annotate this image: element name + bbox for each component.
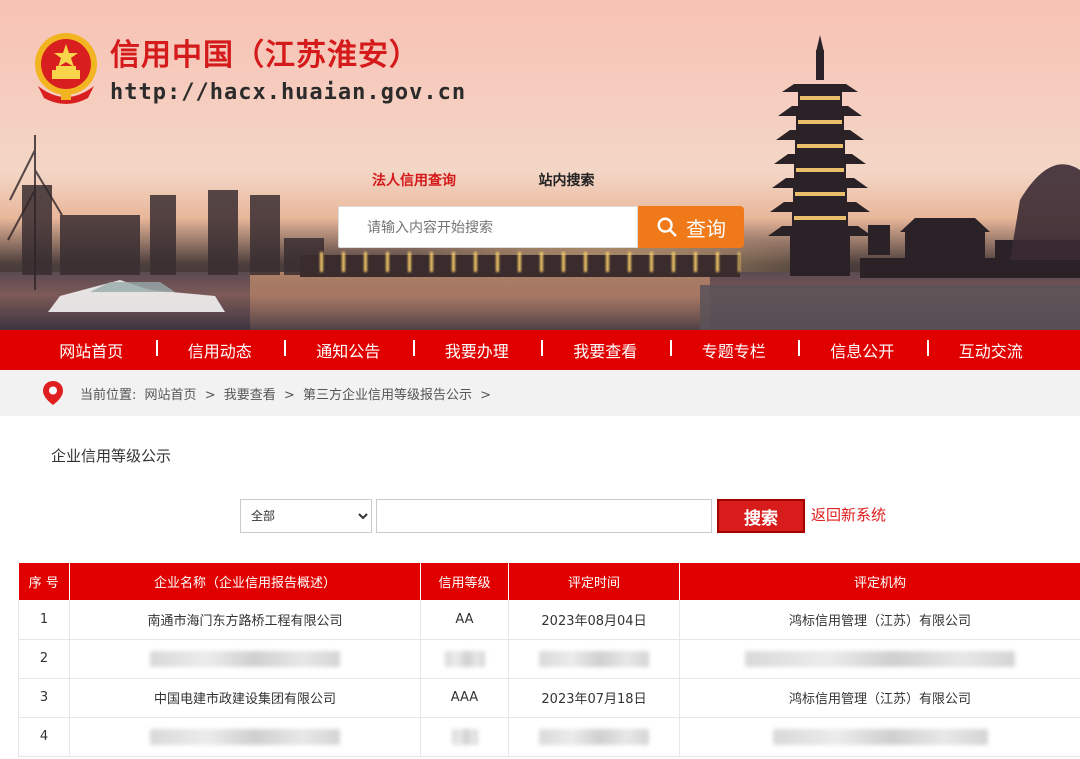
breadcrumb-trail: 当前位置: 网站首页 > 我要查看 > 第三方企业信用等级报告公示 > bbox=[80, 384, 495, 403]
keyword-input[interactable] bbox=[376, 499, 712, 533]
redacted-blur bbox=[772, 728, 988, 745]
table-row[interactable]: 4 bbox=[18, 717, 1080, 757]
nav-item-label: 网站首页 bbox=[59, 342, 124, 361]
nav-item-apply[interactable]: 我要办理 bbox=[413, 338, 543, 362]
cell-date: 2023年08月04日 bbox=[508, 600, 680, 640]
back-to-new-system-link[interactable]: 返回新系统 bbox=[811, 504, 886, 525]
redacted-blur bbox=[444, 650, 485, 667]
column-header-no: 序 号 bbox=[18, 563, 70, 600]
redacted-blur bbox=[150, 728, 340, 745]
cell-level-redacted bbox=[420, 717, 509, 757]
nav-item-interaction[interactable]: 互动交流 bbox=[927, 338, 1056, 362]
cell-date-redacted bbox=[508, 717, 680, 757]
waterfront-lights bbox=[320, 252, 740, 272]
cell-org: 鸿标信用管理（江苏）有限公司 bbox=[679, 600, 1080, 640]
tab-legal-credit-query[interactable]: 法人信用查询 bbox=[372, 170, 456, 190]
column-header-name: 企业名称（企业信用报告概述） bbox=[69, 563, 421, 600]
breadcrumb-link-current[interactable]: 第三方企业信用等级报告公示 bbox=[303, 388, 472, 403]
nav-item-info-public[interactable]: 信息公开 bbox=[798, 338, 929, 362]
nav-item-label: 我要查看 bbox=[573, 342, 638, 361]
nav-item-topics[interactable]: 专题专栏 bbox=[670, 338, 800, 362]
cell-company-name-redacted[interactable] bbox=[69, 639, 421, 679]
nav-item-label: 信息公开 bbox=[830, 342, 895, 361]
cell-date: 2023年07月18日 bbox=[508, 678, 680, 718]
redacted-blur bbox=[539, 650, 649, 667]
search-icon bbox=[657, 217, 677, 237]
nav-item-view[interactable]: 我要查看 bbox=[541, 338, 672, 362]
nav-item-notices[interactable]: 通知公告 bbox=[284, 338, 415, 362]
nav-item-home[interactable]: 网站首页 bbox=[27, 338, 158, 362]
breadcrumb: 当前位置: 网站首页 > 我要查看 > 第三方企业信用等级报告公示 > bbox=[0, 370, 1080, 416]
cell-company-name-redacted[interactable] bbox=[69, 717, 421, 757]
cell-level: AAA bbox=[420, 678, 509, 718]
nav-item-label: 我要办理 bbox=[444, 342, 509, 361]
cell-company-name[interactable]: 南通市海门东方路桥工程有限公司 bbox=[69, 600, 421, 640]
cell-level-redacted bbox=[420, 639, 509, 679]
cell-org-redacted bbox=[679, 639, 1080, 679]
cell-level: AA bbox=[420, 600, 509, 640]
cell-no: 2 bbox=[18, 639, 70, 679]
cell-org: 鸿标信用管理（江苏）有限公司 bbox=[679, 678, 1080, 718]
column-header-date: 评定时间 bbox=[508, 563, 680, 600]
query-button[interactable]: 查询 bbox=[638, 206, 744, 248]
nav-item-label: 通知公告 bbox=[316, 342, 381, 361]
category-select[interactable]: 全部 bbox=[240, 499, 372, 533]
cell-org-redacted bbox=[679, 717, 1080, 757]
breadcrumb-separator: > bbox=[283, 387, 295, 403]
breadcrumb-separator: > bbox=[480, 387, 491, 403]
tab-site-search[interactable]: 站内搜索 bbox=[538, 170, 594, 190]
nav-item-label: 专题专栏 bbox=[701, 342, 766, 361]
redacted-blur bbox=[451, 728, 478, 745]
site-url: http://hacx.huaian.gov.cn bbox=[110, 80, 467, 105]
redacted-blur bbox=[150, 650, 340, 667]
panel-header: 企业信用等级公示 bbox=[28, 434, 1056, 496]
location-pin-icon bbox=[43, 381, 63, 405]
nav-item-label: 信用动态 bbox=[187, 342, 252, 361]
cell-no: 4 bbox=[18, 717, 70, 757]
search-input[interactable] bbox=[338, 206, 638, 248]
header-banner: 信用中国（江苏淮安） http://hacx.huaian.gov.cn 法人信… bbox=[0, 0, 1080, 330]
table-row[interactable]: 3 中国电建市政建设集团有限公司 AAA 2023年07月18日 鸿标信用管理（… bbox=[18, 678, 1080, 718]
search-tabs: 法人信用查询 站内搜索 bbox=[372, 170, 594, 190]
cell-company-name[interactable]: 中国电建市政建设集团有限公司 bbox=[69, 678, 421, 718]
table-row[interactable]: 1 南通市海门东方路桥工程有限公司 AA 2023年08月04日 鸿标信用管理（… bbox=[18, 600, 1080, 640]
redacted-blur bbox=[745, 650, 1015, 667]
search-button[interactable]: 搜索 bbox=[717, 499, 805, 533]
cell-no: 1 bbox=[18, 600, 70, 640]
query-button-label: 查询 bbox=[686, 218, 726, 241]
breadcrumb-prefix: 当前位置: bbox=[80, 387, 137, 403]
column-header-org: 评定机构 bbox=[679, 563, 1080, 600]
cell-no: 3 bbox=[18, 678, 70, 718]
site-title: 信用中国（江苏淮安） bbox=[110, 38, 420, 73]
breadcrumb-separator: > bbox=[204, 387, 216, 403]
breadcrumb-link-view[interactable]: 我要查看 bbox=[224, 388, 276, 403]
cell-date-redacted bbox=[508, 639, 680, 679]
table-row[interactable]: 2 bbox=[18, 639, 1080, 679]
breadcrumb-link-home[interactable]: 网站首页 bbox=[145, 388, 197, 403]
credit-grade-table: 序 号 企业名称（企业信用报告概述） 信用等级 评定时间 评定机构 1 南通市海… bbox=[18, 563, 1080, 757]
nav-item-label: 互动交流 bbox=[958, 342, 1023, 361]
main-nav: 网站首页 信用动态 通知公告 我要办理 我要查看 专题专栏 信息公开 互动交流 bbox=[0, 330, 1080, 370]
tab-credit-grade-publicity[interactable]: 企业信用等级公示 bbox=[38, 434, 184, 496]
column-header-level: 信用等级 bbox=[420, 563, 509, 600]
redacted-blur bbox=[539, 728, 649, 745]
table-header-row: 序 号 企业名称（企业信用报告概述） 信用等级 评定时间 评定机构 bbox=[18, 563, 1080, 600]
national-emblem-icon bbox=[35, 33, 97, 104]
nav-item-credit-news[interactable]: 信用动态 bbox=[156, 338, 286, 362]
